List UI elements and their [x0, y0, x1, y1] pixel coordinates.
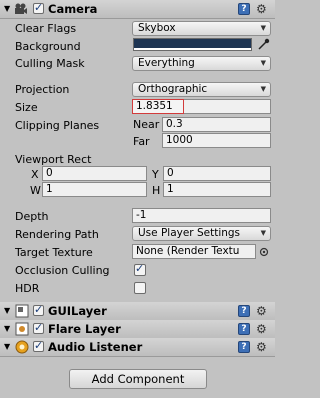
- object-picker-icon[interactable]: [259, 247, 269, 257]
- viewport-y-input[interactable]: 0: [163, 166, 271, 181]
- dropdown-value: Skybox: [138, 22, 176, 34]
- target-texture-field[interactable]: None (Render Textu: [132, 244, 256, 259]
- guilayer-enabled-checkbox[interactable]: ✓: [33, 303, 44, 316]
- clear-flags-dropdown[interactable]: Skybox ▼: [132, 21, 271, 36]
- flare-layer-header[interactable]: ▼ ✓ Flare Layer ? ⚙: [0, 320, 275, 339]
- near-label: Near: [133, 118, 160, 131]
- color-picker-icon[interactable]: [257, 37, 270, 51]
- dropdown-value: Everything: [138, 57, 195, 69]
- hdr-label: HDR: [15, 282, 40, 295]
- projection-label: Projection: [15, 83, 70, 96]
- gear-icon[interactable]: ⚙: [256, 305, 267, 317]
- add-component-button[interactable]: Add Component: [69, 369, 207, 389]
- viewport-w-label: W: [30, 184, 41, 197]
- component-title: GUILayer: [48, 304, 107, 318]
- flare-layer-enabled-checkbox[interactable]: ✓: [33, 321, 44, 334]
- culling-mask-dropdown[interactable]: Everything ▼: [132, 56, 271, 71]
- viewport-h-input[interactable]: 1: [163, 182, 271, 197]
- help-icon[interactable]: ?: [238, 3, 250, 15]
- viewport-h-label: H: [152, 184, 161, 197]
- camera-header[interactable]: ▼ ✓ Camera ? ⚙: [0, 0, 275, 19]
- guilayer-header[interactable]: ▼ ✓ GUILayer ? ⚙: [0, 302, 275, 321]
- component-title: Camera: [48, 2, 98, 16]
- occlusion-culling-checkbox[interactable]: ✓: [134, 262, 146, 276]
- viewport-y-label: Y: [152, 168, 159, 181]
- component-title: Flare Layer: [48, 322, 121, 336]
- depth-label: Depth: [15, 210, 49, 223]
- far-label: Far: [133, 135, 150, 148]
- help-icon[interactable]: ?: [238, 323, 250, 335]
- clipping-planes-label: Clipping Planes: [15, 119, 100, 132]
- rendering-path-label: Rendering Path: [15, 228, 99, 241]
- gear-icon[interactable]: ⚙: [256, 3, 267, 15]
- near-input[interactable]: 0.3: [162, 117, 271, 132]
- gear-icon[interactable]: ⚙: [256, 323, 267, 335]
- projection-dropdown[interactable]: Orthographic ▼: [132, 82, 271, 97]
- component-title: Audio Listener: [48, 340, 143, 354]
- chevron-down-icon: ▼: [260, 59, 266, 67]
- foldout-arrow-icon[interactable]: ▼: [4, 324, 10, 333]
- clear-flags-label: Clear Flags: [15, 22, 77, 35]
- size-label: Size: [15, 101, 38, 114]
- dropdown-value: Use Player Settings: [138, 227, 241, 239]
- viewport-rect-label: Viewport Rect: [15, 153, 92, 166]
- audio-listener-enabled-checkbox[interactable]: ✓: [33, 339, 44, 352]
- audio-listener-header[interactable]: ▼ ✓ Audio Listener ? ⚙: [0, 338, 275, 357]
- chevron-down-icon: ▼: [260, 229, 266, 237]
- camera-enabled-checkbox[interactable]: ✓: [33, 1, 44, 14]
- flare-layer-icon: [15, 322, 29, 336]
- chevron-down-icon: ▼: [260, 85, 266, 93]
- background-label: Background: [15, 40, 81, 53]
- camera-icon: [15, 3, 27, 14]
- occlusion-culling-label: Occlusion Culling: [15, 264, 110, 277]
- viewport-x-input[interactable]: 0: [42, 166, 147, 181]
- foldout-arrow-icon[interactable]: ▼: [4, 306, 10, 315]
- size-input[interactable]: 1.8351: [132, 99, 184, 114]
- hdr-checkbox[interactable]: [134, 282, 146, 294]
- far-input[interactable]: 1000: [162, 133, 271, 148]
- background-color-swatch[interactable]: [133, 38, 252, 51]
- rendering-path-dropdown[interactable]: Use Player Settings ▼: [132, 226, 271, 241]
- viewport-x-label: X: [31, 168, 39, 181]
- gear-icon[interactable]: ⚙: [256, 341, 267, 353]
- target-texture-label: Target Texture: [15, 246, 93, 259]
- guilayer-icon: [15, 304, 29, 318]
- help-icon[interactable]: ?: [238, 305, 250, 317]
- foldout-arrow-icon[interactable]: ▼: [4, 4, 10, 13]
- depth-input[interactable]: -1: [132, 208, 271, 223]
- foldout-arrow-icon[interactable]: ▼: [4, 342, 10, 351]
- culling-mask-label: Culling Mask: [15, 57, 85, 70]
- help-icon[interactable]: ?: [238, 341, 250, 353]
- dropdown-value: Orthographic: [138, 83, 208, 95]
- audio-listener-icon: [15, 340, 29, 354]
- chevron-down-icon: ▼: [260, 24, 266, 32]
- viewport-w-input[interactable]: 1: [42, 182, 147, 197]
